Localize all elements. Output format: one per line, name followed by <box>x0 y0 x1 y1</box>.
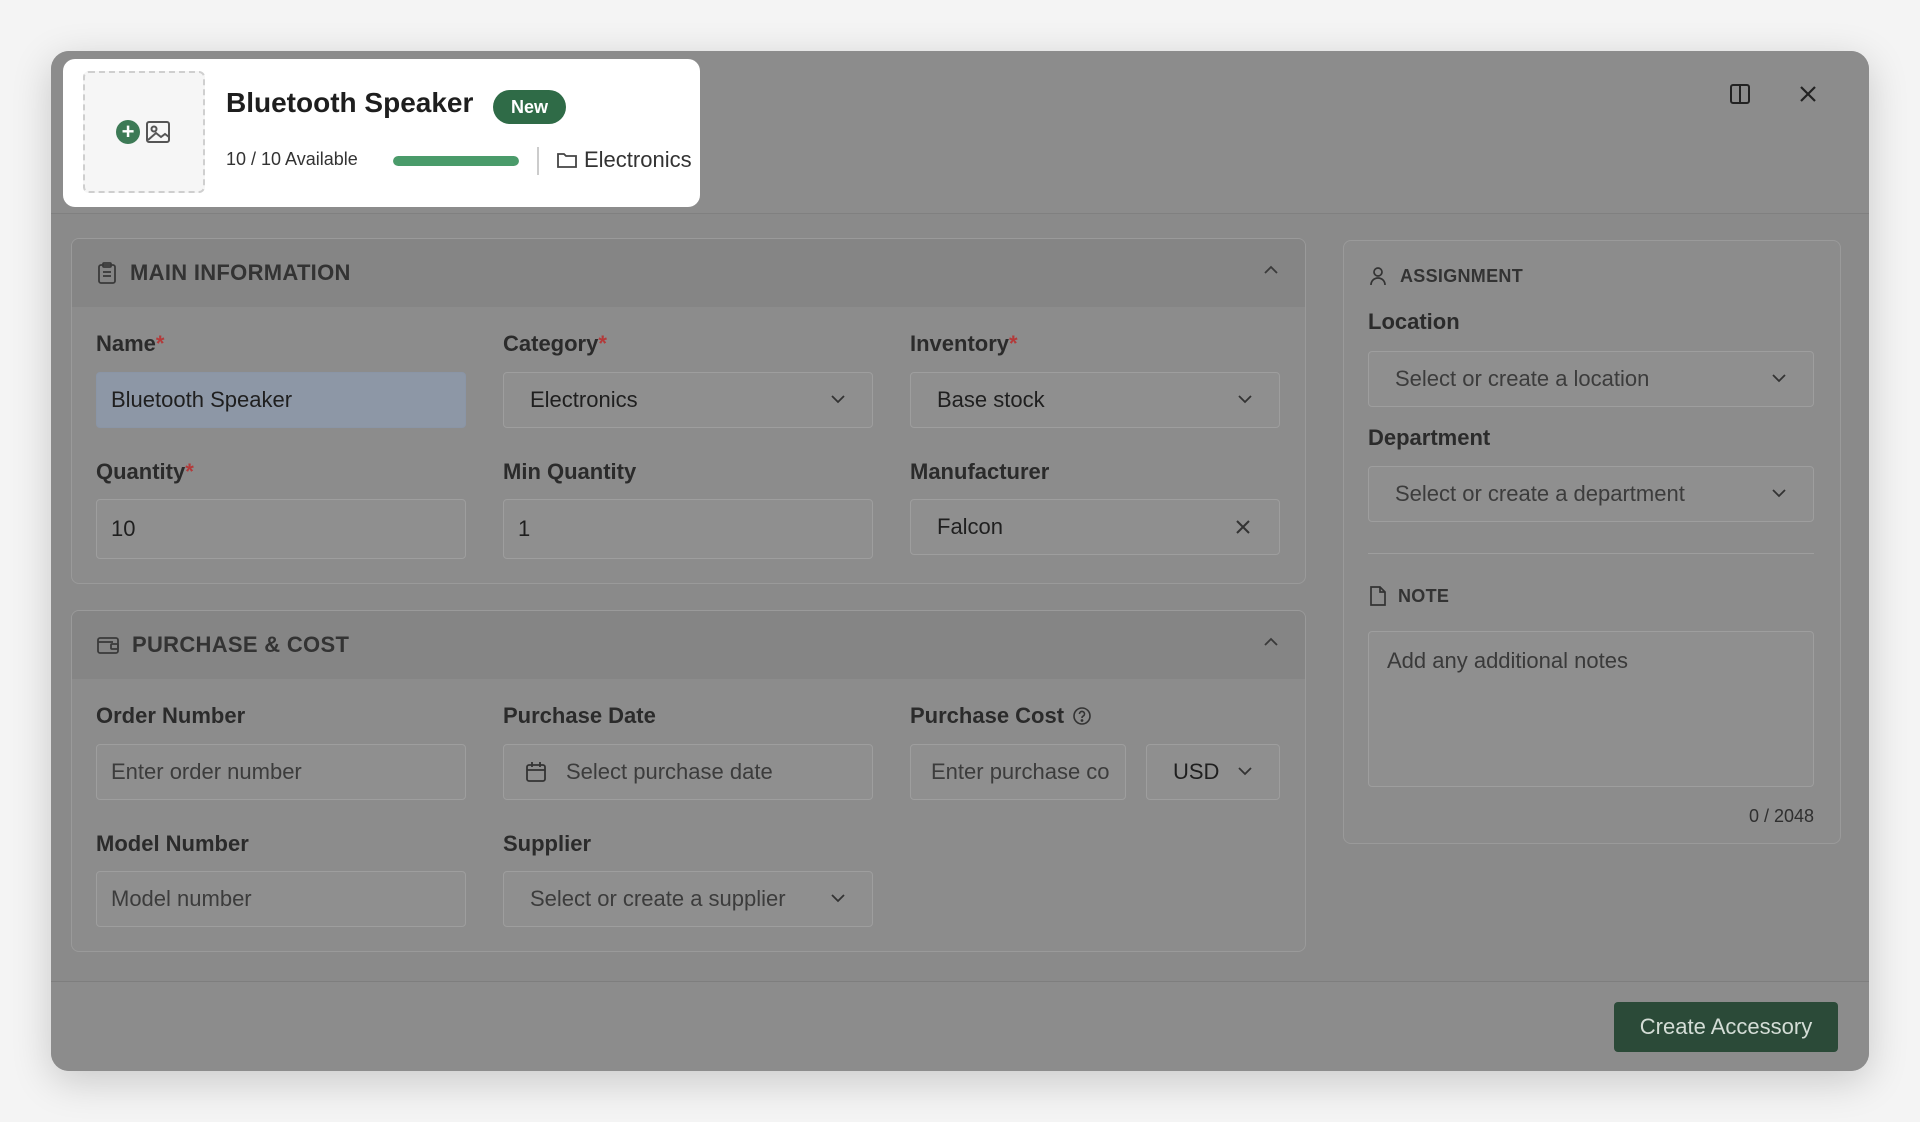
currency-select[interactable]: USD <box>1146 744 1280 800</box>
quantity-label: Quantity* <box>96 459 194 484</box>
name-label: Name* <box>96 331 165 356</box>
item-title: Bluetooth Speaker <box>226 87 474 118</box>
note-textarea[interactable]: Add any additional notes <box>1368 631 1814 787</box>
order-number-input[interactable]: Enter order number <box>96 744 466 800</box>
availability-text: 10 / 10 Available <box>226 149 358 169</box>
note-icon <box>1368 585 1388 607</box>
purchase-date-input[interactable]: Select purchase date <box>503 744 873 800</box>
inventory-label: Inventory* <box>910 331 1018 356</box>
help-icon[interactable] <box>1072 706 1092 726</box>
supplier-select[interactable]: Select or create a supplier <box>503 871 873 927</box>
add-image-icon: + <box>116 120 140 144</box>
status-badge: New <box>493 90 567 124</box>
department-label: Department <box>1368 425 1491 450</box>
inventory-select[interactable]: Base stock <box>910 372 1280 428</box>
supplier-label: Supplier <box>503 831 592 856</box>
category-breadcrumb[interactable]: Electronics <box>556 147 692 173</box>
assignment-heading: ASSIGNMENT <box>1368 265 1523 287</box>
min-quantity-input[interactable]: 1 <box>503 499 873 559</box>
department-select[interactable]: Select or create a department <box>1368 466 1814 522</box>
clear-icon[interactable] <box>1233 517 1253 537</box>
main-information-section: MAIN INFORMATION Name* Bluetooth Speaker… <box>71 238 1306 584</box>
main-information-header[interactable]: MAIN INFORMATION <box>72 239 1305 307</box>
availability-bar-fill <box>393 156 519 166</box>
assignment-panel: ASSIGNMENT Location Select or create a l… <box>1343 240 1841 844</box>
chevron-down-icon <box>830 893 846 903</box>
create-accessory-modal: + Bluetooth Speaker New 10 / 10 Availabl… <box>51 51 1869 1071</box>
purchase-cost-section: PURCHASE & COST Order Number Enter order… <box>71 610 1306 952</box>
chevron-down-icon <box>1237 394 1253 404</box>
manufacturer-select[interactable]: Falcon <box>910 499 1280 555</box>
note-heading: NOTE <box>1368 585 1449 607</box>
create-accessory-button[interactable]: Create Accessory <box>1614 1002 1838 1052</box>
collapse-chevron-icon[interactable] <box>1263 265 1279 275</box>
folder-icon <box>556 150 578 170</box>
panel-divider <box>1368 553 1814 554</box>
category-breadcrumb-label: Electronics <box>584 147 692 172</box>
order-number-label: Order Number <box>96 703 246 728</box>
location-select[interactable]: Select or create a location <box>1368 351 1814 407</box>
name-input[interactable]: Bluetooth Speaker <box>96 372 466 428</box>
chevron-down-icon <box>1237 766 1253 776</box>
modal-body: MAIN INFORMATION Name* Bluetooth Speaker… <box>51 213 1869 981</box>
chevron-down-icon <box>830 394 846 404</box>
clipboard-icon <box>96 261 118 285</box>
manufacturer-label: Manufacturer <box>910 459 1050 484</box>
calendar-icon <box>524 760 548 784</box>
purchase-cost-label: Purchase Cost <box>910 703 1092 729</box>
model-number-label: Model Number <box>96 831 249 856</box>
chevron-down-icon <box>1771 488 1787 498</box>
model-number-input[interactable]: Model number <box>96 871 466 927</box>
main-information-title: MAIN INFORMATION <box>130 260 351 285</box>
header-divider <box>537 147 539 175</box>
category-select[interactable]: Electronics <box>503 372 873 428</box>
close-button[interactable] <box>1791 77 1825 111</box>
image-upload-area[interactable]: + <box>83 71 205 193</box>
split-panel-icon <box>1728 82 1752 106</box>
note-character-counter: 0 / 2048 <box>1748 806 1814 826</box>
chevron-down-icon <box>1771 373 1787 383</box>
modal-footer: Create Accessory <box>51 981 1869 1071</box>
wallet-icon <box>96 634 120 656</box>
collapse-chevron-icon[interactable] <box>1263 637 1279 647</box>
purchase-cost-header[interactable]: PURCHASE & COST <box>72 611 1305 679</box>
close-icon <box>1797 83 1819 105</box>
category-label: Category* <box>503 331 607 356</box>
purchase-cost-input[interactable]: Enter purchase co <box>910 744 1126 800</box>
purchase-cost-title: PURCHASE & COST <box>132 632 350 657</box>
image-icon <box>144 118 172 146</box>
item-summary-card: + Bluetooth Speaker New 10 / 10 Availabl… <box>63 59 700 207</box>
modal-header: + Bluetooth Speaker New 10 / 10 Availabl… <box>51 51 1869 213</box>
min-quantity-label: Min Quantity <box>503 459 637 484</box>
quantity-input[interactable]: 10 <box>96 499 466 559</box>
purchase-date-label: Purchase Date <box>503 703 656 728</box>
location-label: Location <box>1368 309 1460 334</box>
user-icon <box>1368 265 1390 287</box>
availability-bar <box>393 156 519 166</box>
split-panel-button[interactable] <box>1723 77 1757 111</box>
